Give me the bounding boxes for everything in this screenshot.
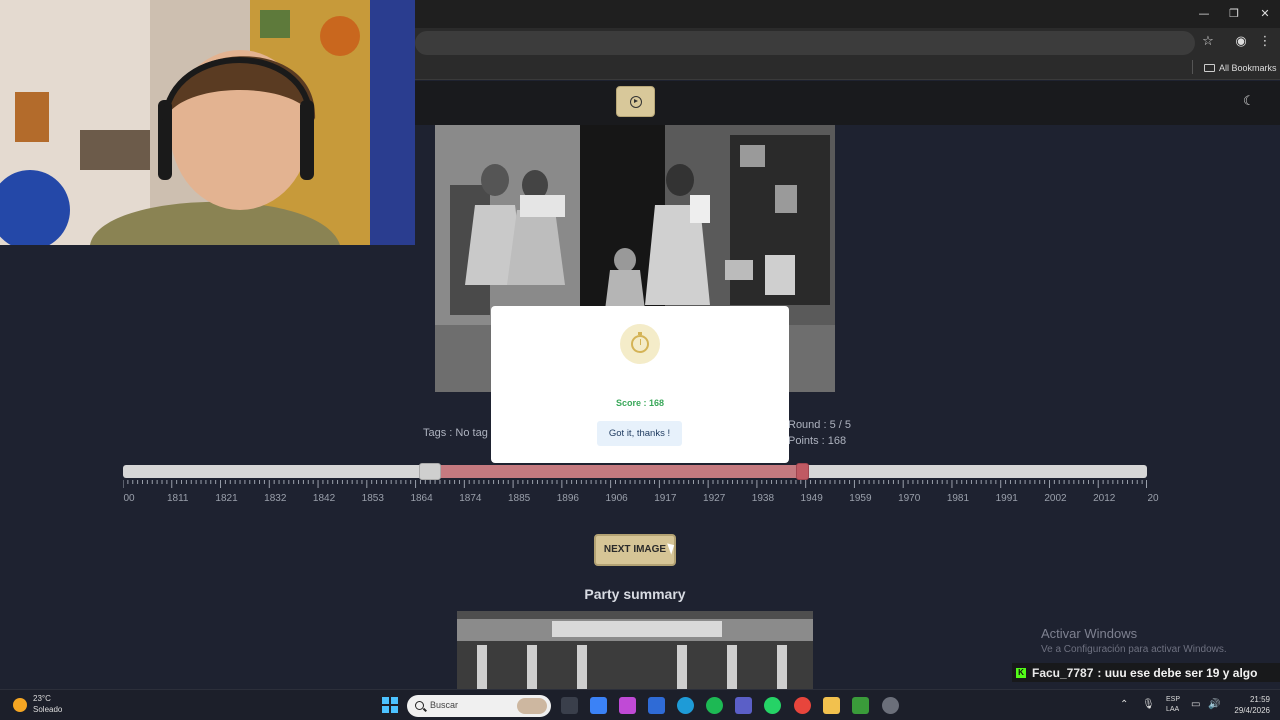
file-explorer-icon[interactable] [823,697,840,714]
chrome-icon[interactable] [794,697,811,714]
weather-sun-icon[interactable] [13,698,27,712]
round-counter: Round : 5 / 5 [788,419,851,431]
timeline-year-label: 1853 [361,493,384,504]
timeline-year-label: 1949 [800,493,823,504]
speaker-icon[interactable]: 🔊 [1208,699,1220,710]
address-bar[interactable] [415,31,1195,55]
windows-start-icon[interactable] [382,697,398,713]
edge-icon[interactable] [677,697,694,714]
clock-time[interactable]: 21:59 [1230,695,1270,704]
spotify-icon[interactable] [706,697,723,714]
all-bookmarks-label: All Bookmarks [1219,63,1277,73]
timeline-year-label: 1906 [605,493,628,504]
timeline-year-label: 00 [123,493,135,504]
timeline-year-label: 1842 [312,493,336,504]
timeline-year-label: 1885 [507,493,531,504]
stopwatch-icon [631,332,649,353]
timeline-year-label: 20 [1147,493,1159,504]
activation-title: Activar Windows [1041,626,1138,641]
activation-subtitle: Ve a Configuración para activar Windows. [1041,644,1227,655]
tags-label: Tags : No tag [423,427,488,439]
clock-date[interactable]: 29/4/2026 [1224,706,1270,715]
obs-icon[interactable] [882,697,899,714]
timeline-year-label: 2012 [1093,493,1116,504]
timeline-year-label: 1938 [751,493,775,504]
timeline-year-label: 1970 [898,493,921,504]
store-icon[interactable] [590,697,607,714]
year-slider[interactable] [123,463,1147,480]
all-bookmarks-button[interactable]: All Bookmarks [1204,60,1277,76]
timeline-year-label: 1981 [946,493,970,504]
search-icon [415,701,424,710]
keyboard-layout[interactable]: LAA [1166,706,1179,713]
search-placeholder: Buscar [430,700,459,710]
modal-score: Score : 168 [615,398,665,408]
profile-icon[interactable]: ◉ [1232,33,1250,51]
timeline-year-label: 1917 [654,493,677,504]
timeline-year-label: 1832 [264,493,287,504]
outlook-icon[interactable] [648,697,665,714]
timeline-year-label: 2002 [1044,493,1067,504]
screen: — ❐ ✕ ☆ ◉ ⋮ All Bookmarks ☾ Tags: No ta… [0,0,1280,720]
stopwatch-badge [620,324,660,364]
close-button[interactable]: ✕ [1250,4,1280,24]
minimize-button[interactable]: — [1189,4,1219,24]
whatsapp-icon[interactable] [764,697,781,714]
network-icon[interactable]: ▭ [1191,699,1200,710]
more-menu-icon[interactable]: ⋮ [1256,33,1274,51]
chat-overlay: K Facu_7787 : uuu ese debe ser 19 y algo [1012,663,1280,682]
chevron-up-icon[interactable]: ⌃ [1120,699,1128,710]
search-highlight-art [517,698,547,714]
streamer-webcam [0,0,415,245]
round-result-modal: Score : 168 Got it, thanks ! [491,306,789,463]
copilot-icon[interactable] [619,697,636,714]
chat-message: : uuu ese debe ser 19 y algo [1097,665,1258,680]
answer-range [430,465,802,478]
timeline-year-label: 1991 [995,493,1018,504]
play-icon [629,95,642,108]
language-code[interactable]: ESP [1166,696,1180,703]
summary-thumbnail [457,611,813,691]
chat-username: Facu_7787 [1032,665,1094,680]
teams-icon[interactable] [735,697,752,714]
timeline-year-label: 1874 [459,493,482,504]
play-button[interactable] [616,86,655,117]
webcam-overlay [0,0,415,245]
star-icon[interactable]: ☆ [1199,33,1217,51]
weather-condition: Soleado [33,705,63,714]
restore-button[interactable]: ❐ [1219,4,1249,24]
timeline-year-label: 1864 [410,493,433,504]
party-summary-title: Party summary [584,586,686,602]
task-view-icon[interactable] [561,697,578,714]
timeline-year-label: 1896 [556,493,579,504]
windows-taskbar: 23°C Soleado Buscar ⌃ 🎙 ESP LAA ▭ 🔊 21:5… [0,689,1280,720]
timeline-ticks [123,480,1147,488]
timeline-year-label: 1959 [849,493,872,504]
timeline-labels: 00 1811 1821 1832 1842 1853 1864 1874 1885 1896 19… [123,493,1158,507]
timeline-year-label: 1821 [215,493,238,504]
guess-handle[interactable] [419,463,442,480]
folder-icon [1204,64,1215,72]
next-image-button[interactable]: NEXT IMAGE [594,534,676,566]
timeline-year-label: 1811 [166,493,189,504]
points-counter: Points : 168 [788,435,847,447]
windows-activation-watermark: Activar Windows Ve a Configuración para … [1041,626,1227,655]
microphone-icon[interactable]: 🎙 [1142,699,1155,710]
minecraft-icon[interactable] [852,697,869,714]
taskbar-search[interactable]: Buscar [407,695,551,717]
summary-photo [457,611,813,691]
weather-temperature: 23°C [33,694,51,703]
answer-handle[interactable] [795,463,809,480]
got-it-button[interactable]: Got it, thanks ! [597,421,682,446]
kick-icon: K [1016,667,1026,678]
timeline-year-label: 1927 [703,493,726,504]
moon-icon[interactable]: ☾ [1243,94,1255,109]
bookmarks-separator [1192,60,1193,74]
